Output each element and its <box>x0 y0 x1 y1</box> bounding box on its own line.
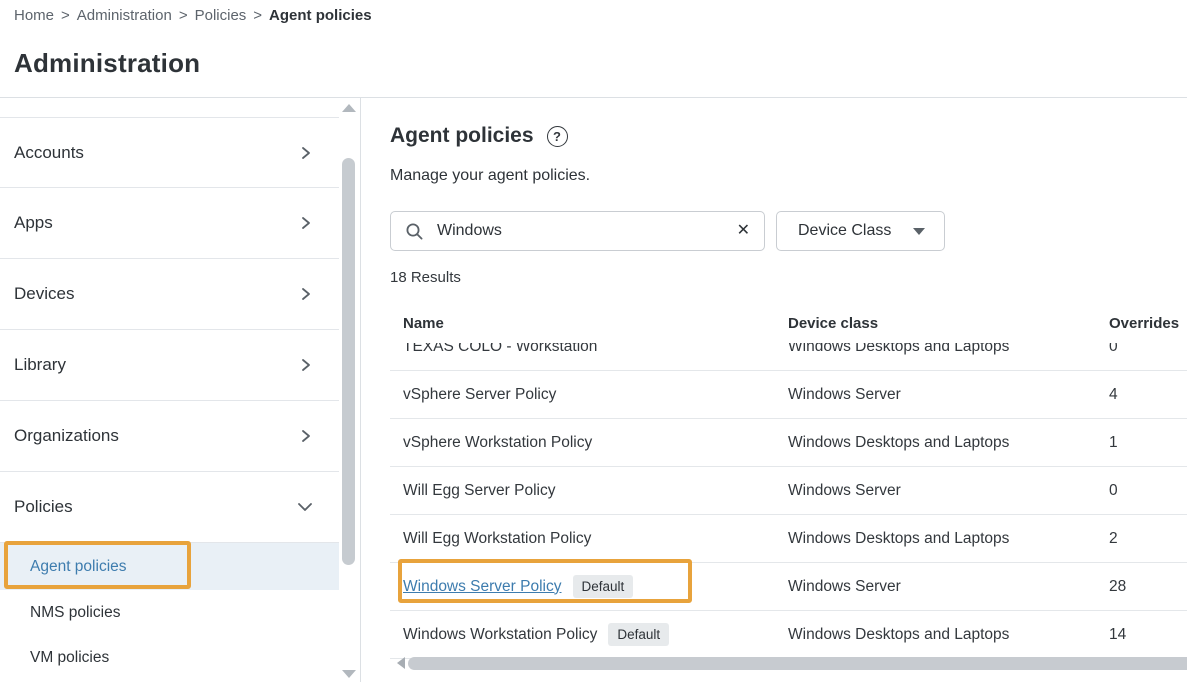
subnav-item-label: VM policies <box>30 649 109 667</box>
sidebar-item-organizations[interactable]: Organizations <box>0 401 339 472</box>
panel-subtitle: Manage your agent policies. <box>390 167 590 185</box>
clear-search-icon[interactable]: ✕ <box>737 223 750 239</box>
overrides-value: 14 <box>1096 626 1187 644</box>
policy-name-text: TEXAS COLO - Workstation <box>403 343 597 356</box>
subnav-item-vm-policies[interactable]: VM policies <box>0 635 339 680</box>
subnav-item-nms-policies[interactable]: NMS policies <box>0 590 339 635</box>
policy-name: vSphere Server Policy <box>390 386 775 404</box>
policy-name-text: vSphere Workstation Policy <box>403 434 592 452</box>
breadcrumb-administration[interactable]: Administration <box>77 7 172 24</box>
sidebar-item-devices[interactable]: Devices <box>0 259 339 330</box>
table-row[interactable]: vSphere Server Policy Windows Server 4 <box>390 371 1187 419</box>
policy-name: vSphere Workstation Policy <box>390 434 775 452</box>
search-input[interactable] <box>437 222 724 240</box>
column-header-overrides[interactable]: Overrides <box>1096 315 1187 332</box>
overrides-value: 0 <box>1096 343 1187 356</box>
sidebar-item-label: Apps <box>14 213 53 233</box>
sidebar-item-label: Organizations <box>14 426 119 446</box>
sidebar-item-apps[interactable]: Apps <box>0 188 339 259</box>
default-badge: Default <box>608 623 669 646</box>
search-box[interactable]: ✕ <box>390 211 765 251</box>
chevron-right-icon <box>299 216 313 230</box>
horizontal-scrollbar-thumb[interactable] <box>408 657 1187 670</box>
help-icon[interactable]: ? <box>547 126 568 147</box>
scroll-left-arrow-icon[interactable] <box>397 657 405 669</box>
breadcrumb: Home > Administration > Policies > Agent… <box>14 7 372 24</box>
overrides-value: 1 <box>1096 434 1187 452</box>
admin-sidebar: Accounts Apps Devices Library Organizati… <box>0 98 361 682</box>
subnav-item-label: NMS policies <box>30 604 120 622</box>
device-class-value: Windows Server <box>775 482 1096 500</box>
caret-down-icon <box>913 228 925 235</box>
sidebar-item-accounts[interactable]: Accounts <box>0 117 339 188</box>
results-count: 18 Results <box>390 269 461 286</box>
table-row[interactable]: TEXAS COLO - Workstation Windows Desktop… <box>390 343 1187 371</box>
panel-heading-row: Agent policies ? <box>390 124 568 148</box>
subnav-item-agent-policies[interactable]: Agent policies <box>0 543 339 590</box>
breadcrumb-separator: > <box>61 7 70 24</box>
table-row-windows-server-policy[interactable]: Windows Server Policy Default Windows Se… <box>390 563 1187 611</box>
breadcrumb-current-agent-policies: Agent policies <box>269 7 372 24</box>
sidebar-item-label: Accounts <box>14 143 84 163</box>
chevron-down-icon <box>297 500 313 514</box>
filter-button-label: Device Class <box>798 222 891 240</box>
chevron-right-icon <box>299 287 313 301</box>
policy-name-text: vSphere Server Policy <box>403 386 556 404</box>
device-class-value: Windows Desktops and Laptops <box>775 530 1096 548</box>
policy-name: Will Egg Server Policy <box>390 482 775 500</box>
policies-subnav: Agent policies NMS policies VM policies <box>0 543 339 680</box>
search-icon <box>405 222 424 241</box>
breadcrumb-home[interactable]: Home <box>14 7 54 24</box>
subnav-item-label: Agent policies <box>30 558 127 576</box>
vertical-scrollbar-thumb[interactable] <box>342 158 355 565</box>
table-body: TEXAS COLO - Workstation Windows Desktop… <box>390 343 1187 659</box>
chevron-right-icon <box>299 146 313 160</box>
panel-title: Agent policies <box>390 124 534 148</box>
sidebar-item-label: Library <box>14 355 66 375</box>
page-title: Administration <box>14 48 200 79</box>
table-row[interactable]: vSphere Workstation Policy Windows Deskt… <box>390 419 1187 467</box>
overrides-value: 2 <box>1096 530 1187 548</box>
sidebar-item-policies[interactable]: Policies <box>0 472 339 543</box>
sidebar-item-label: Devices <box>14 284 74 304</box>
policy-name-text: Will Egg Server Policy <box>403 482 555 500</box>
policy-name: Windows Workstation Policy Default <box>390 623 775 646</box>
sidebar-nav-list: Accounts Apps Devices Library Organizati… <box>0 117 339 543</box>
scroll-up-arrow-icon[interactable] <box>342 104 356 112</box>
policy-name: Will Egg Workstation Policy <box>390 530 775 548</box>
chevron-right-icon <box>299 358 313 372</box>
device-class-value: Windows Desktops and Laptops <box>775 434 1096 452</box>
policy-name-link[interactable]: Windows Server Policy <box>403 578 562 596</box>
device-class-value: Windows Desktops and Laptops <box>775 343 1096 356</box>
table-row[interactable]: Windows Workstation Policy Default Windo… <box>390 611 1187 659</box>
overrides-value: 28 <box>1096 578 1187 596</box>
device-class-value: Windows Server <box>775 578 1096 596</box>
overrides-value: 4 <box>1096 386 1187 404</box>
sidebar-item-label: Policies <box>14 497 73 517</box>
table-row[interactable]: Will Egg Workstation Policy Windows Desk… <box>390 515 1187 563</box>
policy-name: TEXAS COLO - Workstation <box>390 343 775 356</box>
device-class-filter-button[interactable]: Device Class <box>776 211 945 251</box>
table-header-row: Name Device class Overrides <box>390 303 1187 343</box>
sidebar-item-library[interactable]: Library <box>0 330 339 401</box>
default-badge: Default <box>573 575 634 598</box>
scroll-down-arrow-icon[interactable] <box>342 670 356 678</box>
overrides-value: 0 <box>1096 482 1187 500</box>
device-class-value: Windows Server <box>775 386 1096 404</box>
breadcrumb-policies[interactable]: Policies <box>195 7 247 24</box>
column-header-name[interactable]: Name <box>390 315 775 332</box>
policies-table: Name Device class Overrides TEXAS COLO -… <box>390 303 1187 682</box>
policy-name-text: Will Egg Workstation Policy <box>403 530 591 548</box>
column-header-device-class[interactable]: Device class <box>775 315 1096 332</box>
chevron-right-icon <box>299 429 313 443</box>
agent-policies-panel: Agent policies ? Manage your agent polic… <box>361 98 1187 682</box>
breadcrumb-separator: > <box>179 7 188 24</box>
policy-name: Windows Server Policy Default <box>390 575 775 598</box>
policy-name-text: Windows Workstation Policy <box>403 626 597 644</box>
breadcrumb-separator: > <box>253 7 262 24</box>
device-class-value: Windows Desktops and Laptops <box>775 626 1096 644</box>
table-row[interactable]: Will Egg Server Policy Windows Server 0 <box>390 467 1187 515</box>
